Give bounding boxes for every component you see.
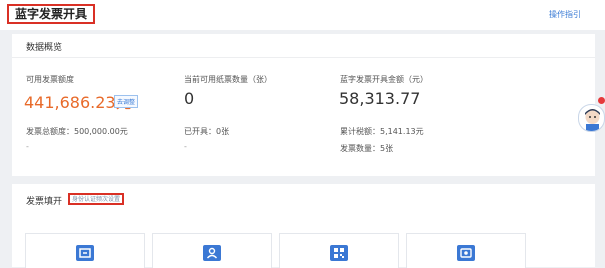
- issued-count-subtext: -: [184, 142, 187, 151]
- invoice-ticket-icon: [76, 245, 94, 261]
- issuance-tile-1[interactable]: [25, 233, 145, 268]
- issuance-tile-4[interactable]: [406, 233, 526, 268]
- adjust-quota-button[interactable]: 去调整: [114, 95, 139, 108]
- issuance-section-title: 发票填开: [26, 197, 63, 207]
- invoice-count-text: 发票数量：5张: [340, 144, 394, 153]
- paper-invoice-value: 0: [184, 89, 195, 108]
- issuance-tile-3[interactable]: [279, 233, 399, 268]
- identity-auth-frequency-link[interactable]: 身份认证频次设置: [68, 193, 125, 205]
- overview-divider: [12, 57, 595, 58]
- stamp-icon: [457, 245, 475, 261]
- notification-dot: [598, 97, 605, 104]
- data-overview-card: 数据概览 可用发票额度 441,686.23元 去调整 发票总额度：500,00…: [12, 34, 595, 176]
- total-quota-text: 发票总额度：500,000.00元: [26, 127, 128, 136]
- paper-invoice-label: 当前可用纸票数量（张）: [184, 75, 272, 84]
- blue-invoice-amount-value: 58,313.77: [339, 89, 421, 108]
- issued-count-text: 已开具：0张: [184, 127, 230, 136]
- issuance-tile-2[interactable]: [152, 233, 272, 268]
- qrcode-icon: [330, 245, 348, 261]
- page-title: 蓝字发票开具: [7, 4, 96, 24]
- blue-invoice-amount-label: 蓝字发票开具金额（元）: [340, 75, 428, 84]
- assistant-avatar[interactable]: [578, 104, 605, 132]
- top-bar: 蓝字发票开具 操作指引: [0, 0, 605, 30]
- overview-section-title: 数据概览: [26, 43, 63, 53]
- operation-guide-link[interactable]: 操作指引: [549, 9, 581, 20]
- cumulative-tax-text: 累计税额：5,141.13元: [340, 127, 424, 136]
- user-card-icon: [203, 245, 221, 261]
- total-quota-subtext: -: [26, 142, 29, 151]
- available-quota-label: 可用发票额度: [26, 75, 74, 84]
- invoice-issuance-card: 发票填开 身份认证频次设置: [12, 184, 595, 268]
